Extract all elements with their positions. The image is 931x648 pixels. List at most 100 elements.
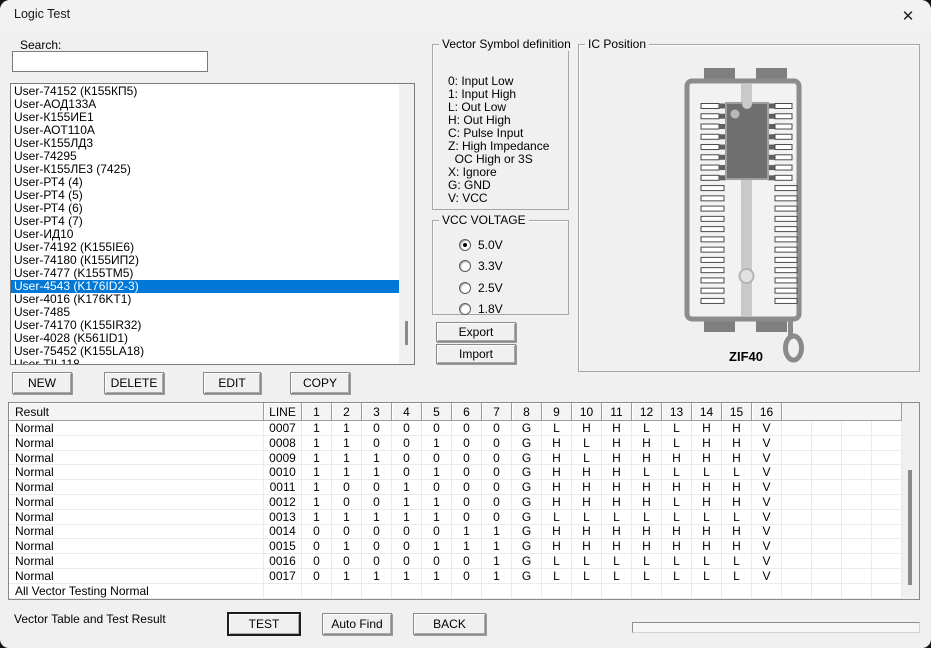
close-icon[interactable]: ✕	[893, 3, 923, 29]
list-item[interactable]: User-74180 (К155ИП2)	[11, 254, 399, 267]
column-header-12[interactable]: 12	[632, 403, 662, 421]
list-item[interactable]: User-75452 (K155LA18)	[11, 345, 399, 358]
list-item[interactable]: User-7485	[11, 306, 399, 319]
column-header-LINE[interactable]: LINE	[264, 403, 302, 421]
column-header-3[interactable]: 3	[362, 403, 392, 421]
pin-cell: 0	[452, 509, 482, 525]
export-button[interactable]: Export	[436, 322, 516, 342]
pin-cell: H	[722, 480, 752, 495]
column-header-9[interactable]: 9	[542, 403, 572, 421]
edit-button[interactable]: EDIT	[203, 372, 261, 394]
pin-cell: H	[602, 465, 632, 481]
list-item[interactable]: User-74170 (K155IR32)	[11, 319, 399, 332]
delete-button[interactable]: DELETE	[104, 372, 164, 394]
pin-cell: 0	[302, 554, 332, 569]
list-item[interactable]: User-7477 (K155TM5)	[11, 267, 399, 280]
list-item[interactable]: User-ИД10	[11, 228, 399, 241]
table-scrollbar-thumb[interactable]	[908, 470, 912, 585]
new-button[interactable]: NEW	[12, 372, 72, 394]
back-button[interactable]: BACK	[413, 613, 486, 635]
list-item[interactable]: User-74192 (K155IE6)	[11, 241, 399, 254]
radio-icon[interactable]	[459, 281, 471, 294]
pin-cell: 1	[392, 509, 422, 525]
table-row[interactable]: Normal 0017 0 1 1 1 1 0 1 G L L L L L L L V	[9, 568, 902, 584]
column-header-13[interactable]: 13	[662, 403, 692, 421]
pin-cell	[392, 583, 422, 599]
list-item[interactable]: User-РТ4 (7)	[11, 215, 399, 228]
column-header-16[interactable]: 16	[752, 403, 782, 421]
column-header-5[interactable]: 5	[422, 403, 452, 421]
list-item[interactable]: User-4016 (K176KT1)	[11, 293, 399, 306]
result-cell: Normal	[9, 509, 264, 525]
radio-icon[interactable]	[459, 260, 471, 272]
table-row[interactable]: Normal 0009 1 1 1 0 0 0 0 G H L H H H H H V	[9, 450, 902, 466]
vcc-option-5.0V[interactable]: 5.0V	[459, 238, 503, 252]
list-item-selected[interactable]: User-4543 (K176ID2-3)	[11, 280, 399, 293]
table-row[interactable]: Normal 0008 1 1 0 0 1 0 0 G H L H H L H H V	[9, 435, 902, 451]
pin-cell: 1	[332, 421, 362, 436]
table-row[interactable]: Normal 0014 0 0 0 0 0 1 1 G H H H H H H H V	[9, 524, 902, 540]
pin-cell: 0	[362, 494, 392, 510]
search-input[interactable]	[12, 51, 208, 72]
column-header-Result[interactable]: Result	[9, 403, 264, 421]
list-item[interactable]: User-АОТ110А	[11, 124, 399, 137]
column-header-6[interactable]: 6	[452, 403, 482, 421]
line-cell: 0009	[264, 450, 302, 466]
table-row[interactable]: Normal 0010 1 1 1 0 1 0 0 G H H H L L L L V	[9, 465, 902, 481]
table-row[interactable]: Normal 0013 1 1 1 1 1 0 0 G L L L L L L L V	[9, 509, 902, 525]
column-header-10[interactable]: 10	[572, 403, 602, 421]
column-header-8[interactable]: 8	[512, 403, 542, 421]
list-item[interactable]: User-К155ЛД3	[11, 137, 399, 150]
vcc-option-1.8V[interactable]: 1.8V	[459, 302, 503, 316]
copy-button[interactable]: COPY	[290, 372, 350, 394]
vcc-option-3.3V[interactable]: 3.3V	[459, 259, 503, 273]
vcc-voltage-group: VCC VOLTAGE 5.0V 3.3V 2.5V 1.8V	[432, 213, 569, 316]
radio-icon[interactable]	[459, 303, 471, 315]
list-item[interactable]: User-4028 (K561ID1)	[11, 332, 399, 345]
pin-cell: 0	[392, 539, 422, 555]
column-header-11[interactable]: 11	[602, 403, 632, 421]
pin-cell: G	[512, 421, 542, 436]
column-header-7[interactable]: 7	[482, 403, 512, 421]
pin-cell: L	[542, 421, 572, 436]
import-button[interactable]: Import	[436, 344, 516, 364]
pin-cell: L	[572, 509, 602, 525]
list-item[interactable]: User-TIL118	[11, 358, 399, 364]
list-item[interactable]: User-РТ4 (5)	[11, 189, 399, 202]
table-scrollbar[interactable]	[902, 403, 919, 599]
table-row[interactable]: Normal 0012 1 0 0 1 1 0 0 G H H H H L H H V	[9, 494, 902, 510]
pin-cell	[812, 450, 842, 466]
table-row[interactable]: Normal 0015 0 1 0 0 1 1 1 G H H H H H H H V	[9, 539, 902, 555]
pin-cell	[542, 583, 572, 599]
pin-cell: 0	[452, 494, 482, 510]
table-summary-row[interactable]: All Vector Testing Normal	[9, 583, 902, 599]
column-header-1[interactable]: 1	[302, 403, 332, 421]
list-item[interactable]: User-74152 (К155КП5)	[11, 85, 399, 98]
list-item[interactable]: User-АОД133А	[11, 98, 399, 111]
table-row[interactable]: Normal 0007 1 1 0 0 0 0 0 G L H H L L H H V	[9, 421, 902, 436]
pin-cell: 1	[362, 568, 392, 584]
table-row[interactable]: Normal 0011 1 0 0 1 0 0 0 G H H H H H H H V	[9, 480, 902, 495]
vcc-option-2.5V[interactable]: 2.5V	[459, 281, 503, 295]
list-item[interactable]: User-К155ИЕ1	[11, 111, 399, 124]
pin-cell: V	[752, 568, 782, 584]
column-header-2[interactable]: 2	[332, 403, 362, 421]
radio-selected-icon[interactable]	[459, 238, 471, 251]
list-item[interactable]: User-РТ4 (6)	[11, 202, 399, 215]
column-header-15[interactable]: 15	[722, 403, 752, 421]
list-scrollbar[interactable]	[399, 84, 414, 364]
pin-cell: L	[632, 568, 662, 584]
pin-cell	[842, 494, 872, 510]
list-item[interactable]: User-К155ЛЕ3 (7425)	[11, 163, 399, 176]
test-button[interactable]: TEST	[227, 612, 301, 636]
column-header-4[interactable]: 4	[392, 403, 422, 421]
line-cell: 0013	[264, 509, 302, 525]
auto-find-button[interactable]: Auto Find	[322, 613, 392, 635]
table-row[interactable]: Normal 0016 0 0 0 0 0 0 1 G L L L L L L L V	[9, 554, 902, 569]
list-scrollbar-thumb[interactable]	[405, 321, 408, 345]
result-cell: Normal	[9, 480, 264, 495]
column-header-14[interactable]: 14	[692, 403, 722, 421]
pin-cell: G	[512, 435, 542, 451]
list-item[interactable]: User-РТ4 (4)	[11, 176, 399, 189]
list-item[interactable]: User-74295	[11, 150, 399, 163]
